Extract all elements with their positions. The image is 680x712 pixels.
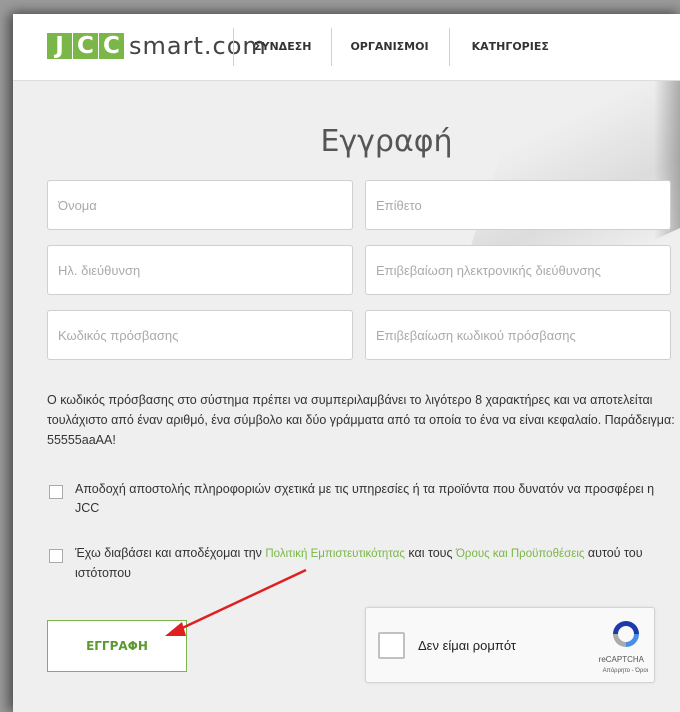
register-button[interactable]: ΕΓΓΡΑΦΗ	[47, 620, 187, 672]
privacy-policy-link[interactable]: Πολιτική Εμπιστευτικότητας	[265, 548, 405, 560]
recaptcha-label: Δεν είμαι ρομπότ	[418, 638, 517, 653]
logo-letter-j: J	[47, 33, 72, 59]
terms-prefix: Έχω διαβάσει και αποδέχομαι την	[75, 546, 266, 560]
password-requirements-note: Ο κωδικός πρόσβασης στο σύστημα πρέπει ν…	[47, 393, 675, 447]
terms-middle: και τους	[404, 546, 456, 560]
email-input[interactable]	[47, 245, 353, 295]
nav-categories[interactable]: ΚΑΤΗΓΟΡΙΕΣ	[448, 28, 569, 66]
recaptcha-terms-link[interactable]: Απόρρητο - Όροι	[603, 668, 648, 674]
password-confirm-input[interactable]	[365, 310, 671, 360]
consent-info-checkbox[interactable]	[49, 485, 63, 499]
terms-checkbox[interactable]	[49, 549, 63, 563]
logo-letter-c1: C	[73, 33, 98, 59]
password-input[interactable]	[47, 310, 353, 360]
page-title: Εγγραφή	[320, 124, 453, 159]
logo-letter-c2: C	[99, 33, 124, 59]
main-nav: ΣΥΝΔΕΣΗ ΟΡΓΑΝΙΣΜΟΙ ΚΑΤΗΓΟΡΙΕΣ	[233, 28, 569, 66]
nav-login[interactable]: ΣΥΝΔΕΣΗ	[233, 28, 331, 66]
terms-row: Έχω διαβάσει και αποδέχομαι την Πολιτική…	[49, 544, 669, 583]
last-name-input[interactable]	[365, 180, 671, 230]
terms-label: Έχω διαβάσει και αποδέχομαι την Πολιτική…	[75, 544, 669, 583]
recaptcha-checkbox[interactable]	[378, 632, 405, 659]
recaptcha-widget: Δεν είμαι ρομπότ reCAPTCHA Απόρρητο - Όρ…	[365, 607, 655, 683]
recaptcha-brand: reCAPTCHA	[598, 655, 644, 664]
site-header: J C C smart.com ΣΥΝΔΕΣΗ ΟΡΓΑΝΙΣΜΟΙ ΚΑΤΗΓ…	[13, 14, 680, 81]
first-name-input[interactable]	[47, 180, 353, 230]
recaptcha-logo-icon	[613, 621, 639, 647]
email-confirm-input[interactable]	[365, 245, 671, 295]
consent-info-label: Αποδοχή αποστολής πληροφοριών σχετικά με…	[75, 482, 655, 515]
nav-organizations[interactable]: ΟΡΓΑΝΙΣΜΟΙ	[331, 28, 448, 66]
terms-conditions-link[interactable]: Όρους και Προϋποθέσεις	[456, 548, 584, 560]
browser-frame: J C C smart.com ΣΥΝΔΕΣΗ ΟΡΓΑΝΙΣΜΟΙ ΚΑΤΗΓ…	[13, 14, 680, 712]
consent-info-row: Αποδοχή αποστολής πληροφοριών σχετικά με…	[49, 480, 669, 518]
